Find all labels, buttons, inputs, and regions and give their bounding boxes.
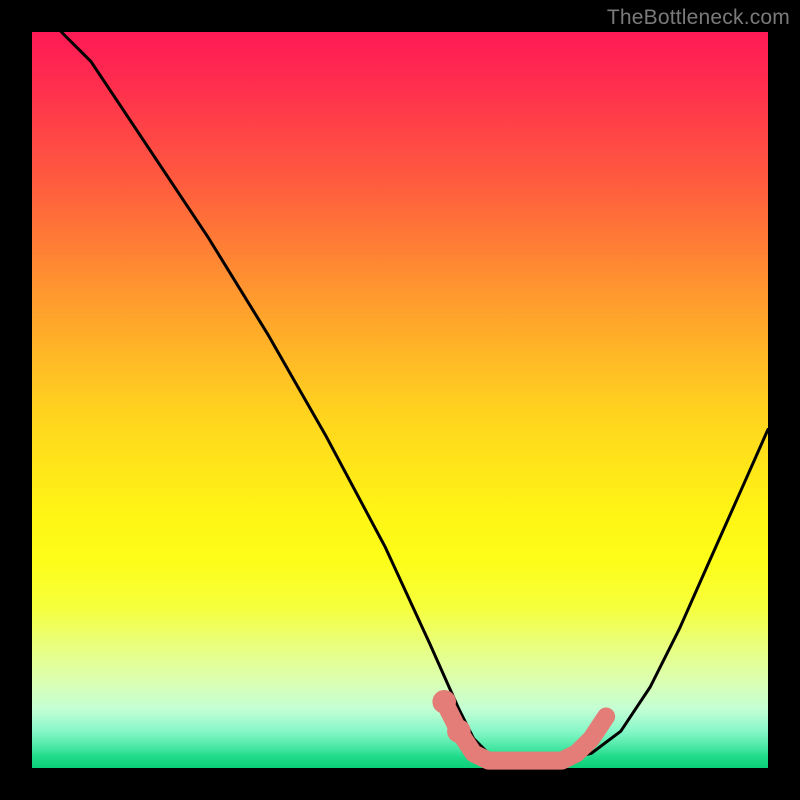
black-curve (61, 32, 768, 761)
chart-svg (32, 32, 768, 768)
plot-area (32, 32, 768, 768)
pink-dot-1 (432, 690, 456, 714)
watermark-text: TheBottleneck.com (607, 6, 790, 30)
chart-frame: TheBottleneck.com (0, 0, 800, 800)
pink-dot-2 (447, 719, 471, 743)
